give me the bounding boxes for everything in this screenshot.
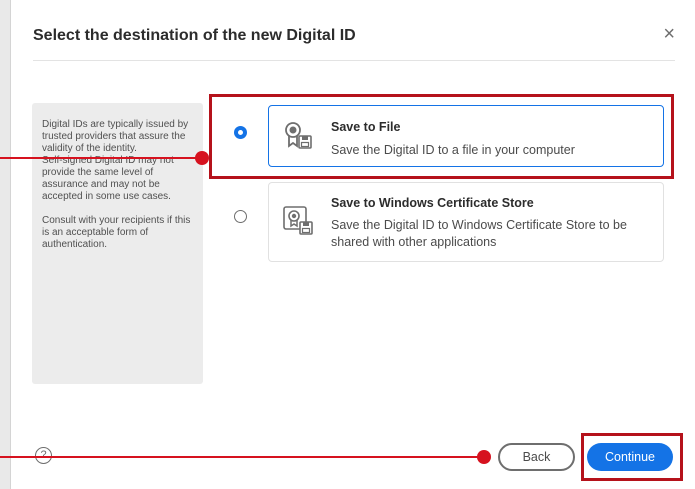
option-title: Save to Windows Certificate Store — [331, 196, 534, 210]
info-panel: Digital IDs are typically issued by trus… — [32, 103, 203, 384]
callout-line-top — [0, 157, 200, 159]
option-save-to-windows-store[interactable]: Save to Windows Certificate Store Save t… — [268, 182, 664, 262]
info-paragraph-consult: Consult with your recipients if this is … — [42, 215, 191, 250]
digital-id-destination-dialog: Select the destination of the new Digita… — [10, 0, 695, 489]
close-icon[interactable]: × — [663, 24, 675, 44]
radio-save-to-file[interactable] — [234, 126, 247, 139]
option-title: Save to File — [331, 120, 401, 134]
radio-save-to-windows-store[interactable] — [234, 210, 247, 223]
callout-line-bottom — [0, 456, 483, 458]
title-divider — [33, 60, 675, 61]
option-description: Save the Digital ID to Windows Certifica… — [331, 218, 627, 249]
back-button[interactable]: Back — [498, 443, 575, 471]
dialog-title: Select the destination of the new Digita… — [33, 27, 356, 44]
option-description: Save the Digital ID to a file in your co… — [331, 143, 575, 157]
certificate-file-icon — [285, 122, 312, 149]
option-save-to-file[interactable]: Save to File Save the Digital ID to a fi… — [268, 105, 664, 167]
continue-button[interactable]: Continue — [587, 443, 673, 471]
info-paragraph-self-signed: Self-signed Digital ID may not provide t… — [42, 155, 174, 202]
callout-dot-top — [195, 151, 209, 165]
certificate-store-icon — [283, 206, 313, 235]
info-paragraph-trusted: Digital IDs are typically issued by trus… — [42, 119, 189, 154]
callout-dot-bottom — [477, 450, 491, 464]
